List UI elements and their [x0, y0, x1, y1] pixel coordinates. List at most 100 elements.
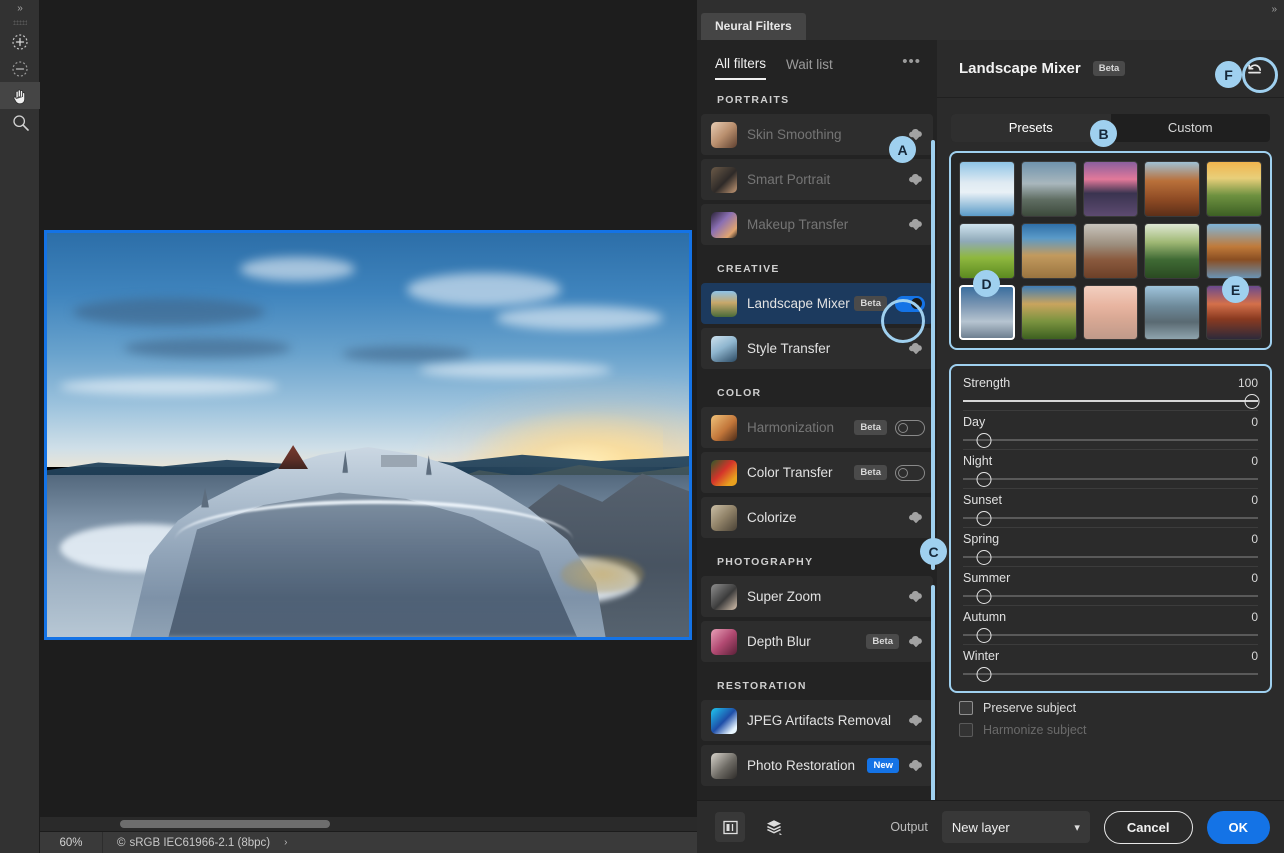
slider-value: 100 [1237, 376, 1258, 391]
slider-track[interactable] [963, 470, 1258, 488]
segment-custom[interactable]: Custom [1111, 114, 1271, 142]
canvas-horizontal-scrollbar[interactable] [40, 817, 697, 831]
filter-row-colorize[interactable]: Colorize [701, 497, 933, 538]
segment-presets[interactable]: Presets [951, 114, 1111, 142]
preset-thumbnail-7[interactable] [1020, 222, 1077, 279]
minus-circle-dashed-icon [12, 60, 28, 77]
zoom-level[interactable]: 60% [40, 831, 102, 853]
detail-title: Landscape Mixer [959, 60, 1081, 77]
preset-thumbnail-3[interactable] [1082, 161, 1139, 217]
slider-fill [963, 400, 1258, 402]
document-canvas[interactable] [44, 230, 692, 640]
color-profile-info[interactable]: © sRGB IEC61966-2.1 (8bpc) › [103, 831, 697, 853]
panel-collapse-chevron[interactable]: » [1271, 4, 1276, 15]
callout-badge-c: C [920, 538, 947, 565]
hand-tool[interactable] [0, 82, 40, 109]
preserve-subject-checkbox[interactable] [959, 701, 973, 716]
preset-thumbnail-10[interactable] [1206, 222, 1262, 279]
slider-day: Day 0 [963, 410, 1258, 449]
toolbar-expand-chevron[interactable]: » [0, 0, 39, 16]
hand-icon [13, 89, 26, 104]
cloud-download-icon [909, 218, 922, 230]
toolbar-drag-handle[interactable] [0, 16, 39, 28]
preset-thumbnail-5[interactable] [1206, 161, 1262, 217]
download-filter-button[interactable] [907, 712, 925, 730]
download-filter-button[interactable] [907, 757, 925, 775]
filter-row-photo-restoration[interactable]: Photo Restoration New [701, 745, 933, 786]
preset-thumbnail-4[interactable] [1144, 161, 1201, 217]
filter-toggle-harmonization[interactable] [895, 419, 925, 436]
filter-row-super-zoom[interactable]: Super Zoom [701, 576, 933, 617]
subtab-wait-list[interactable]: Wait list [786, 57, 833, 79]
slider-track[interactable] [963, 392, 1260, 410]
slider-rail [963, 595, 1258, 597]
slider-knob[interactable] [976, 667, 992, 683]
filter-name: JPEG Artifacts Removal [747, 713, 892, 728]
sliders-group: Strength 100 Day 0 Night 0 Sunset 0 Spring 0 Summe… [949, 364, 1272, 694]
filter-row-smart-portrait[interactable]: Smart Portrait [701, 159, 933, 200]
preset-thumbnail-12[interactable] [1020, 284, 1077, 341]
add-to-selection-tool[interactable] [0, 28, 40, 55]
slider-knob[interactable] [1244, 394, 1260, 410]
cloud-download-icon [909, 759, 922, 771]
before-after-icon [722, 820, 738, 834]
slider-track[interactable] [963, 509, 1258, 527]
slider-winter: Winter 0 [963, 644, 1258, 683]
filters-list-scrollbar-lower[interactable] [931, 585, 935, 825]
download-filter-button[interactable] [907, 509, 925, 527]
download-filter-button[interactable] [907, 588, 925, 606]
download-filter-button[interactable] [907, 340, 925, 358]
download-filter-button[interactable] [907, 171, 925, 189]
slider-knob[interactable] [976, 550, 992, 566]
filters-overflow-menu-icon[interactable]: ••• [902, 54, 921, 69]
preset-thumbnail-14[interactable] [1144, 284, 1201, 341]
slider-track[interactable] [963, 587, 1258, 605]
filter-row-harmonization[interactable]: Harmonization Beta [701, 407, 933, 448]
filters-list-scrollbar[interactable] [931, 140, 935, 570]
slider-knob[interactable] [976, 511, 992, 527]
preset-thumbnail-1[interactable] [959, 161, 1015, 217]
slider-label: Day [963, 415, 986, 430]
subtract-from-selection-tool[interactable] [0, 55, 40, 82]
filter-toggle-color-transfer[interactable] [895, 464, 925, 481]
filter-thumbnail [711, 752, 737, 779]
preset-thumbnail-8[interactable] [1082, 222, 1139, 279]
filter-row-color-transfer[interactable]: Color Transfer Beta [701, 452, 933, 493]
slider-knob[interactable] [976, 472, 992, 488]
zoom-tool[interactable] [0, 109, 40, 136]
filter-thumbnail [711, 628, 737, 655]
preserve-subject-row[interactable]: Preserve subject [937, 693, 1284, 716]
slider-knob[interactable] [976, 628, 992, 644]
preset-thumbnail-2[interactable] [1020, 161, 1077, 217]
slider-knob[interactable] [976, 589, 992, 605]
filter-row-makeup-transfer[interactable]: Makeup Transfer [701, 204, 933, 245]
layers-button[interactable] [759, 812, 789, 842]
slider-rail [963, 478, 1258, 480]
compare-before-after-button[interactable] [715, 812, 745, 842]
filter-name: Photo Restoration [747, 758, 856, 773]
download-filter-button[interactable] [907, 216, 925, 234]
cancel-button[interactable]: Cancel [1103, 810, 1193, 844]
filter-name: Color Transfer [747, 465, 833, 480]
filter-group-heading: COLOR [717, 387, 762, 399]
slider-track[interactable] [963, 431, 1258, 449]
filter-group-heading: PHOTOGRAPHY [717, 556, 814, 568]
tab-neural-filters[interactable]: Neural Filters [701, 13, 806, 40]
download-filter-button[interactable] [907, 633, 925, 651]
output-select[interactable]: New layer ▾ [941, 811, 1090, 843]
filter-name: Smart Portrait [747, 172, 831, 187]
harmonize-subject-label: Harmonize subject [983, 723, 1087, 738]
slider-knob[interactable] [976, 433, 992, 449]
filter-row-jpeg-artifacts-removal[interactable]: JPEG Artifacts Removal [701, 700, 933, 741]
filter-badge: Beta [854, 465, 887, 480]
preset-thumbnail-13[interactable] [1082, 284, 1139, 341]
filter-row-depth-blur[interactable]: Depth Blur Beta [701, 621, 933, 662]
slider-track[interactable] [963, 665, 1258, 683]
subtab-all-filters[interactable]: All filters [715, 56, 767, 80]
chevron-right-icon[interactable]: › [284, 837, 287, 848]
ok-button[interactable]: OK [1206, 810, 1270, 844]
preset-thumbnail-9[interactable] [1144, 222, 1201, 279]
slider-track[interactable] [963, 548, 1258, 566]
scrollbar-thumb[interactable] [120, 820, 330, 828]
slider-track[interactable] [963, 626, 1258, 644]
